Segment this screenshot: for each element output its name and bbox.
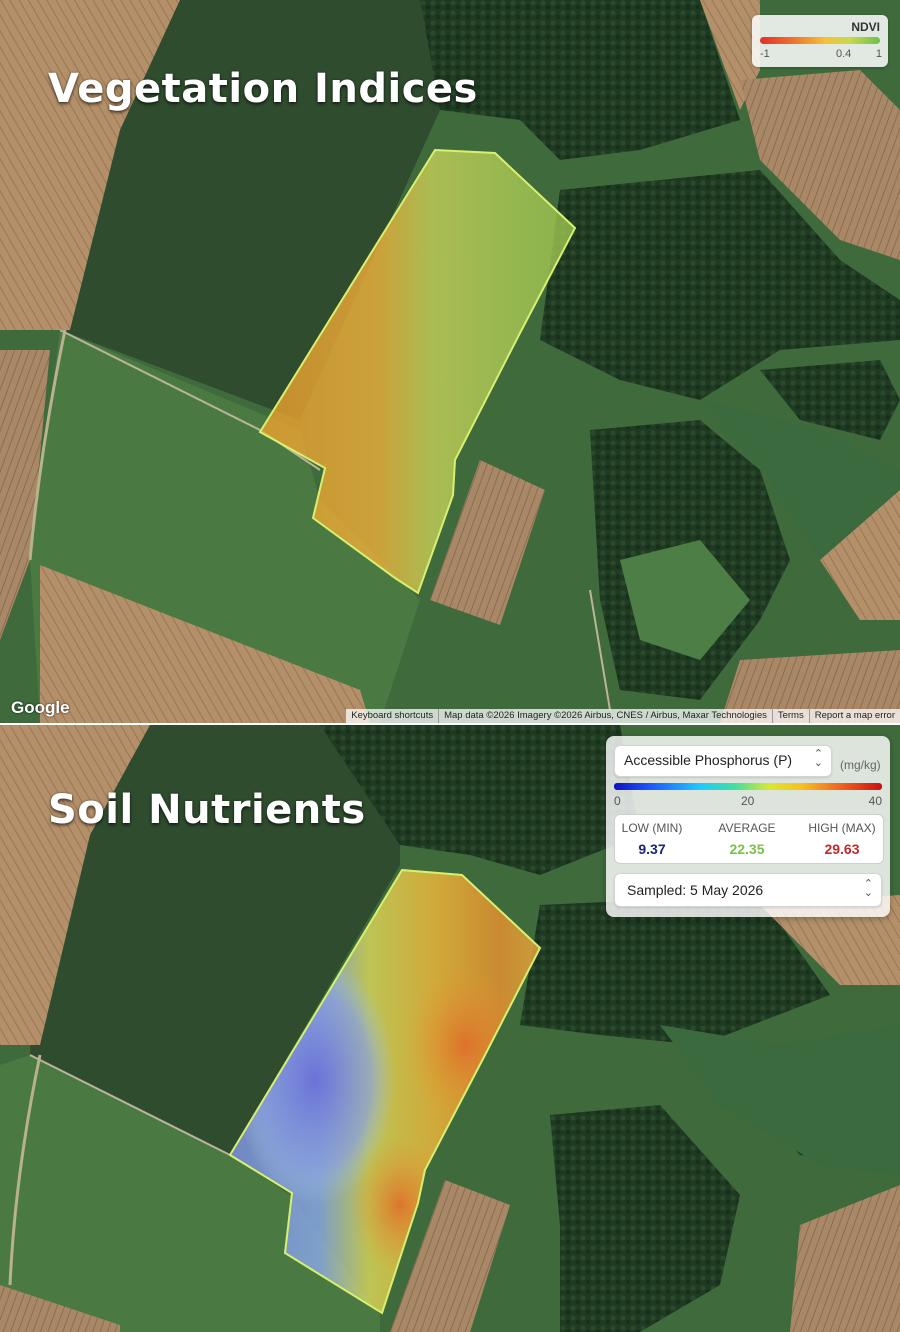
stat-average-value: 22.35 (729, 841, 765, 857)
google-logo: Google (11, 698, 70, 717)
chevron-updown-icon: ⌃ ⌄ (863, 878, 873, 899)
nutrient-legend-panel: Accessible Phosphorus (P) ⌃ ⌄ (mg/kg) 0 2… (606, 736, 890, 917)
scale-tick-min: 0 (614, 794, 621, 808)
stat-low: LOW (MIN) 9.37 (621, 821, 683, 857)
ndvi-color-bar (760, 37, 880, 44)
nutrient-select[interactable]: Accessible Phosphorus (P) ⌃ ⌄ (614, 745, 832, 777)
stat-high-label: HIGH (MAX) (808, 821, 876, 835)
map-data-credit: Map data ©2026 Imagery ©2026 Airbus, CNE… (438, 709, 772, 723)
soil-nutrients-title: Soil Nutrients (48, 787, 366, 833)
stat-average: AVERAGE 22.35 (715, 821, 779, 857)
nutrient-unit-label: (mg/kg) (840, 758, 881, 772)
ndvi-legend: NDVI -1 0.4 1 (752, 15, 888, 67)
report-map-error-link[interactable]: Report a map error (808, 709, 900, 723)
stat-high: HIGH (MAX) 29.63 (807, 821, 877, 857)
phosphorus-color-scale (614, 783, 882, 790)
sampled-date-label: Sampled: 5 May 2026 (627, 882, 764, 898)
nutrient-select-label: Accessible Phosphorus (P) (624, 752, 793, 768)
vegetation-indices-title: Vegetation Indices (48, 66, 478, 112)
scale-tick-max: 40 (868, 794, 882, 808)
map-attribution-bar: Keyboard shortcuts Map data ©2026 Imager… (346, 709, 900, 723)
stat-low-value: 9.37 (638, 841, 666, 857)
stat-low-label: LOW (MIN) (621, 821, 683, 835)
vegetation-map-panel[interactable]: Vegetation Indices NDVI -1 0.4 1 Google … (0, 0, 900, 723)
ndvi-legend-title: NDVI (851, 20, 880, 34)
sampled-date-select[interactable]: Sampled: 5 May 2026 ⌃ ⌄ (614, 873, 882, 907)
ndvi-tick-max: 1 (875, 48, 882, 60)
stat-high-value: 29.63 (824, 841, 860, 857)
keyboard-shortcuts-link[interactable]: Keyboard shortcuts (346, 709, 438, 723)
terms-link[interactable]: Terms (771, 709, 809, 723)
chevron-updown-icon: ⌃ ⌄ (813, 748, 823, 769)
nutrient-stats-box: LOW (MIN) 9.37 AVERAGE 22.35 HIGH (MAX) … (614, 814, 884, 864)
scale-tick-mid: 20 (741, 794, 755, 808)
ndvi-tick-min: -1 (760, 48, 770, 60)
stat-average-label: AVERAGE (718, 821, 776, 835)
soil-nutrients-map-panel[interactable]: Soil Nutrients Accessible Phosphorus (P)… (0, 725, 900, 1332)
ndvi-tick-mid: 0.4 (836, 48, 852, 60)
